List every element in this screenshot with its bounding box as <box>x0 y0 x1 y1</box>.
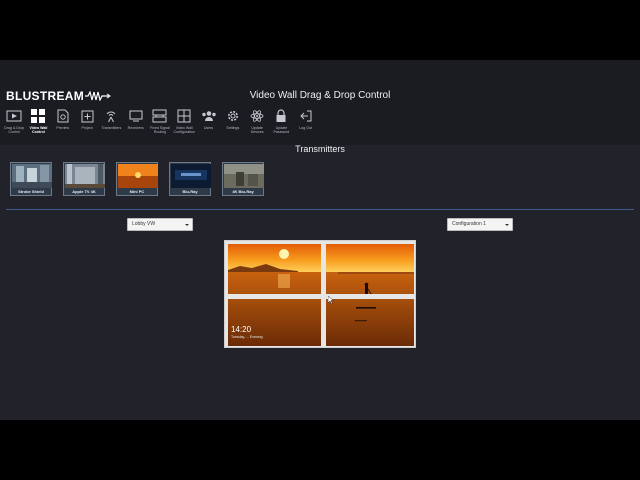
nav-item-receivers[interactable]: Receivers <box>123 108 147 134</box>
main-nav: Drag & Drop Control Video Wall Control P… <box>2 108 318 134</box>
video-wall-canvas: 14:20 Tuesday, ... Evening <box>224 240 416 348</box>
logout-icon <box>298 108 314 124</box>
nav-item-users[interactable]: Users <box>196 108 220 134</box>
nav-item-log-out[interactable]: Log Out <box>294 108 318 134</box>
nav-item-video-wall-configuration[interactable]: Video Wall Configuration <box>172 108 196 134</box>
transmitter-tile[interactable]: Strobe Shield <box>10 162 52 196</box>
letterbox-top <box>0 0 640 60</box>
logo-wave-icon <box>85 91 111 101</box>
transmitter-name: Apple TV 4K <box>72 189 96 194</box>
transmitter-tile[interactable]: Apple TV 4K <box>63 162 105 196</box>
transmitter-thumbnail <box>12 164 52 188</box>
chevron-down-icon <box>185 224 189 226</box>
transmitter-broadcast-icon <box>103 108 119 124</box>
nav-label: Settings <box>226 126 240 130</box>
nav-item-transmitters[interactable]: Transmitters <box>99 108 123 134</box>
nav-item-settings[interactable]: Settings <box>221 108 245 134</box>
nav-item-fixed-signal-routing[interactable]: Fixed Signal Routing <box>148 108 172 134</box>
transmitter-thumbnail <box>224 164 264 188</box>
nav-item-update-password[interactable]: Update Password <box>269 108 293 134</box>
nav-label: Video Wall Configuration <box>173 126 195 134</box>
nav-item-project[interactable]: Project <box>75 108 99 134</box>
chevron-down-icon <box>505 224 509 226</box>
transmitter-name: Mini PC <box>129 189 145 194</box>
nav-label: Project <box>81 126 93 130</box>
nav-label: Drag & Drop Control <box>4 126 25 134</box>
blustream-logo: BLUSTREAM <box>6 89 111 103</box>
atom-update-icon <box>249 108 265 124</box>
nav-label: Video Wall Control <box>29 126 48 134</box>
nav-label: Transmitters <box>101 126 122 130</box>
wall-config-icon <box>176 108 192 124</box>
wall-screen-top-right[interactable] <box>326 244 414 294</box>
letterbox-bottom <box>0 420 640 480</box>
configuration-select-value: Configuration 1 <box>452 221 486 227</box>
transmitter-name: 4K Blu-Ray <box>232 189 254 194</box>
transmitter-thumbnail <box>65 164 105 188</box>
users-icon <box>201 108 217 124</box>
transmitter-tile[interactable]: 4K Blu-Ray <box>222 162 264 196</box>
nav-item-video-wall-control[interactable]: Video Wall Control <box>26 108 50 134</box>
signal-routing-icon <box>152 108 168 124</box>
video-wall-select-value: Lobby VW <box>132 221 156 227</box>
app-window: BLUSTREAM Video Wall Drag & Drop Control… <box>0 60 640 420</box>
transmitter-thumbnail <box>118 164 158 188</box>
video-wall-grid-icon <box>30 108 46 124</box>
gear-icon <box>225 108 241 124</box>
preview-clock: 14:20 <box>231 325 252 334</box>
nav-item-preview[interactable]: Preview <box>51 108 75 134</box>
nav-label: Receivers <box>127 126 144 130</box>
wall-screen-top-left[interactable] <box>228 244 321 294</box>
nav-label: Preview <box>56 126 70 130</box>
configuration-select[interactable]: Configuration 1 <box>447 218 513 231</box>
receiver-monitor-icon <box>128 108 144 124</box>
nav-label: Users <box>203 126 214 130</box>
nav-label: Update Password <box>273 126 290 134</box>
transmitter-list: Strobe Shield Apple TV 4K Mini PC Blu-Ra… <box>10 162 275 196</box>
preview-doc-icon <box>55 108 71 124</box>
transmitter-name: Blu-Ray <box>182 189 198 194</box>
video-wall-select[interactable]: Lobby VW <box>127 218 193 231</box>
nav-label: Update Devices <box>250 126 264 134</box>
transmitter-thumbnail <box>171 164 211 188</box>
nav-label: Log Out <box>299 126 313 130</box>
play-screen-icon <box>6 108 22 124</box>
page-title: Video Wall Drag & Drop Control <box>249 90 391 101</box>
preview-date: Tuesday, ... Evening <box>231 335 263 339</box>
logo-text: BLUSTREAM <box>6 89 85 103</box>
nav-item-update-devices[interactable]: Update Devices <box>245 108 269 134</box>
transmitters-title: Transmitters <box>295 144 345 154</box>
transmitter-tile[interactable]: Blu-Ray <box>169 162 211 196</box>
lock-icon <box>273 108 289 124</box>
section-divider <box>6 209 634 210</box>
transmitter-name: Strobe Shield <box>18 189 44 194</box>
project-plus-icon <box>79 108 95 124</box>
nav-label: Fixed Signal Routing <box>150 126 170 134</box>
transmitter-tile[interactable]: Mini PC <box>116 162 158 196</box>
nav-item-drag-drop[interactable]: Drag & Drop Control <box>2 108 26 134</box>
wall-screen-bottom-right[interactable] <box>326 299 414 346</box>
mouse-cursor-icon <box>328 296 334 304</box>
